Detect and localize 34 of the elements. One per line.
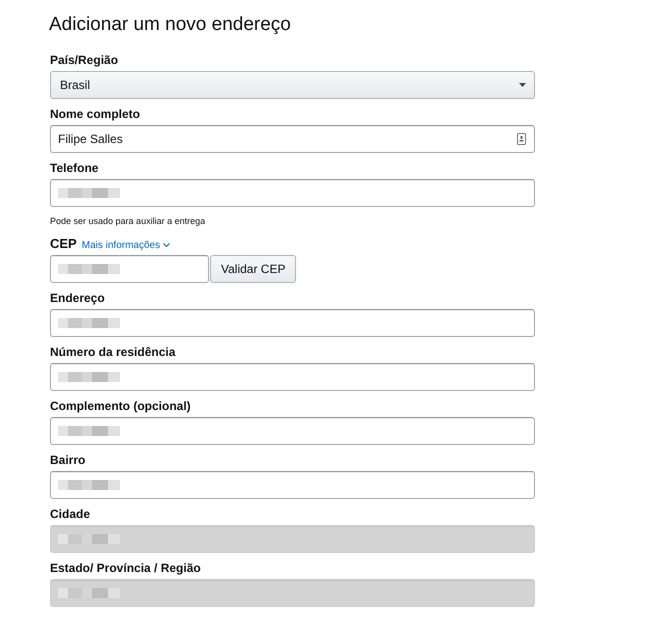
input-field[interactable] bbox=[50, 309, 535, 337]
contact-card-icon bbox=[517, 133, 526, 145]
blurred-value bbox=[58, 586, 120, 600]
input-value[interactable]: Filipe Salles bbox=[58, 132, 517, 146]
blurred-value bbox=[58, 532, 120, 546]
blurred-value bbox=[58, 370, 120, 384]
country-select[interactable]: Brasil bbox=[50, 71, 535, 99]
input-field[interactable]: Filipe Salles bbox=[50, 125, 535, 153]
field-label: Nome completo bbox=[50, 106, 140, 122]
input-field[interactable] bbox=[50, 255, 209, 283]
field-label: Endereço bbox=[50, 290, 105, 306]
blurred-value bbox=[58, 316, 120, 330]
blurred-value bbox=[58, 478, 120, 492]
more-info-link[interactable]: Mais informações bbox=[82, 240, 170, 251]
input-field[interactable] bbox=[50, 471, 535, 499]
validate-button[interactable]: Validar CEP bbox=[210, 255, 296, 283]
field-label: Complemento (opcional) bbox=[50, 398, 191, 414]
page-title: Adicionar um novo endereço bbox=[49, 13, 292, 37]
field-label: Telefone bbox=[50, 160, 98, 176]
dropdown-caret-icon bbox=[519, 83, 526, 87]
field-label: Estado/ Província / Região bbox=[50, 560, 201, 576]
field-label: Bairro bbox=[50, 452, 86, 468]
field-label: País/Região bbox=[50, 52, 118, 68]
field-label: Cidade bbox=[50, 506, 90, 522]
blurred-value bbox=[58, 424, 120, 438]
hint-text: Pode ser usado para auxiliar a entrega bbox=[50, 216, 206, 226]
blurred-value bbox=[58, 186, 120, 200]
chevron-down-icon bbox=[163, 243, 170, 248]
input-field[interactable] bbox=[50, 179, 535, 207]
blurred-value bbox=[58, 262, 120, 276]
field-label: CEP bbox=[50, 236, 77, 252]
field-label: Número da residência bbox=[50, 344, 176, 360]
input-field[interactable] bbox=[50, 363, 535, 391]
input-field[interactable] bbox=[50, 417, 535, 445]
